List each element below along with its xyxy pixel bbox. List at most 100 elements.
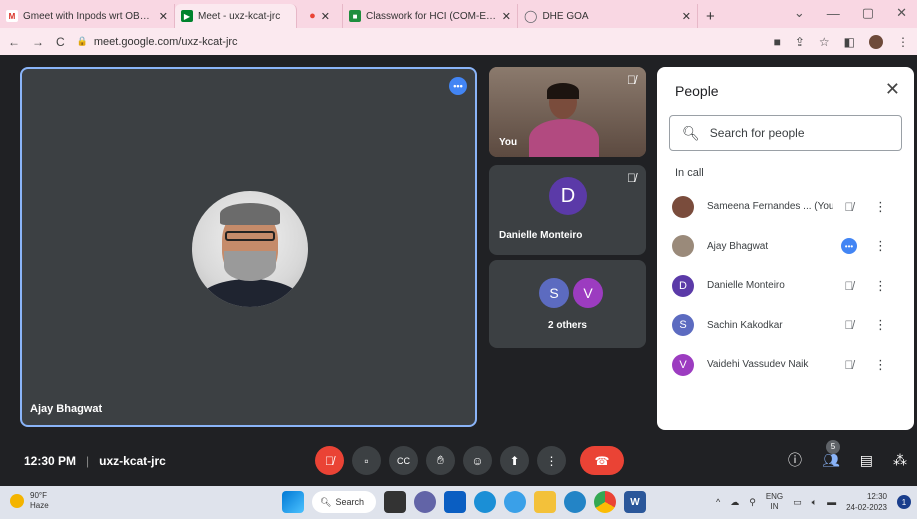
meet-control-bar: 12:30 PM | uxz-kcat-jrc 🎙̸ ▫ CC ✋︎ ☺ ⬆ ⋮… — [0, 439, 917, 486]
speaking-indicator-icon: ••• — [841, 238, 857, 255]
tab-dhe-goa[interactable]: ◯ DHE GOA ✕ — [518, 4, 698, 28]
avatar: D — [549, 177, 587, 215]
participant-tile-danielle[interactable]: D 🎙̸ Danielle Monteiro — [489, 165, 646, 255]
profile-avatar-icon[interactable] — [869, 34, 883, 49]
file-explorer-icon[interactable] — [534, 491, 556, 513]
mic-toggle-button[interactable]: 🎙̸ — [315, 446, 344, 475]
task-view-icon[interactable] — [384, 491, 406, 513]
self-label: You — [499, 137, 518, 148]
search-field[interactable]: 🔍︎ — [669, 115, 902, 151]
people-button[interactable]: 5 👥︎ — [822, 439, 840, 469]
tab-classroom[interactable]: ■ Classwork for HCI (COM-E8) Elec ✕ — [343, 4, 518, 28]
self-video-tile[interactable]: You 🎙̸ — [489, 67, 646, 157]
camera-indicator-icon[interactable]: ■ — [774, 35, 781, 49]
edge-browser-icon[interactable] — [564, 491, 586, 513]
list-item[interactable]: V Vaidehi Vassudev Naik 🎙̸ ⋮ — [657, 345, 914, 385]
battery-icon[interactable]: ▬ — [827, 497, 836, 507]
tab-title: Classwork for HCI (COM-E8) Elec — [366, 10, 497, 22]
gmail-icon: M — [6, 10, 18, 22]
cloud-icon[interactable]: ☁ — [730, 497, 739, 508]
sun-icon — [10, 494, 24, 508]
end-call-button[interactable]: ☎ — [580, 446, 624, 475]
close-icon[interactable]: ✕ — [159, 10, 168, 23]
list-item[interactable]: Ajay Bhagwat ••• ⋮ — [657, 227, 914, 267]
new-tab-button[interactable]: + — [698, 4, 723, 28]
camera-toggle-button[interactable]: ▫ — [352, 446, 381, 475]
more-options-icon[interactable]: ⋮ — [874, 238, 887, 254]
back-icon[interactable]: ← — [8, 35, 20, 49]
close-icon[interactable]: ✕ — [502, 10, 511, 23]
participant-name: Vaidehi Vassudev Naik — [707, 359, 809, 371]
tab-title: DHE GOA — [542, 10, 589, 22]
participant-name: Sachin Kakodkar — [707, 319, 783, 331]
raise-hand-button[interactable]: ✋︎ — [426, 446, 455, 475]
main-video-tile[interactable]: ••• Ajay Bhagwat — [20, 67, 477, 427]
windows-start-icon[interactable] — [282, 491, 304, 513]
close-icon[interactable]: ✕ — [885, 79, 900, 100]
separator: | — [86, 454, 90, 468]
emoji-button[interactable]: ☺ — [463, 446, 492, 475]
weather-desc: Haze — [30, 501, 49, 510]
edge-icon[interactable] — [474, 491, 496, 513]
more-options-icon[interactable]: ⋮ — [874, 199, 887, 215]
activities-icon[interactable]: ⁂ — [893, 452, 907, 469]
mic-off-icon: 🎙̸ — [844, 357, 854, 372]
url-field[interactable]: 🔒 meet.google.com/uxz-kcat-jrc — [77, 31, 762, 52]
meeting-time: 12:30 PM — [24, 454, 77, 468]
avatar — [192, 191, 308, 307]
clock-time: 12:30 — [866, 492, 887, 501]
list-item[interactable]: D Danielle Monteiro 🎙̸ ⋮ — [657, 266, 914, 306]
share-icon[interactable]: ⇪ — [795, 35, 805, 49]
minimize-icon[interactable]: — — [827, 6, 840, 21]
taskbar-search[interactable]: 🔍︎ Search — [312, 491, 376, 513]
avatar: V — [573, 278, 603, 308]
more-options-icon[interactable]: ⋮ — [874, 357, 887, 373]
chevron-down-icon[interactable]: ⌄ — [794, 5, 805, 21]
notification-badge[interactable]: 1 — [897, 495, 911, 509]
volume-icon[interactable]: 🔈︎ — [812, 497, 817, 508]
close-window-icon[interactable]: ✕ — [896, 5, 907, 21]
present-button[interactable]: ⬆ — [500, 446, 529, 475]
chevron-up-icon[interactable]: ^ — [716, 497, 720, 507]
chat-app-icon[interactable] — [414, 491, 436, 513]
captions-button[interactable]: CC — [389, 446, 418, 475]
close-icon[interactable]: ✕ — [321, 10, 330, 23]
info-icon[interactable]: ⓘ — [788, 450, 802, 470]
tab-meet[interactable]: ▶ Meet - uxz-kcat-jrc — [175, 4, 297, 28]
more-options-icon[interactable]: ⋮ — [874, 317, 887, 333]
meet-icon: ▶ — [181, 10, 193, 22]
list-item[interactable]: Sameena Fernandes ... (You) 🎙̸ ⋮ — [657, 187, 914, 227]
search-input[interactable] — [709, 126, 890, 140]
more-options-button[interactable]: ⋮ — [537, 446, 566, 475]
others-tile[interactable]: S V 2 others — [489, 260, 646, 348]
avatar: S — [539, 278, 569, 308]
word-icon[interactable]: W — [624, 491, 646, 513]
avatar: V — [672, 353, 694, 376]
close-icon[interactable]: ✕ — [682, 10, 691, 23]
list-item[interactable]: S Sachin Kakodkar 🎙̸ ⋮ — [657, 306, 914, 346]
more-options-icon[interactable]: ⋮ — [874, 278, 887, 294]
browser-menu-icon[interactable]: ⋮ — [897, 35, 909, 49]
tab-recording[interactable]: ● ✕ — [297, 4, 343, 28]
participant-name: Sameena Fernandes ... (You) — [707, 201, 833, 213]
lang-top: ENG — [765, 492, 784, 501]
restore-icon[interactable]: ▢ — [862, 5, 874, 21]
network-icon[interactable]: ▭ — [793, 497, 802, 508]
lock-icon: 🔒 — [76, 36, 88, 46]
weather-widget[interactable]: 90°F Haze — [10, 491, 49, 511]
clock[interactable]: 12:30 24-02-2023 — [846, 491, 887, 513]
forward-icon[interactable]: → — [32, 35, 44, 49]
side-controls: ⓘ 5 👥︎ ▤ ⁂ — [788, 439, 907, 470]
bookmark-star-icon[interactable]: ☆ — [819, 35, 830, 49]
reload-icon[interactable]: C — [56, 35, 65, 49]
language-indicator[interactable]: ENG IN — [766, 492, 783, 512]
mail-icon[interactable] — [444, 491, 466, 513]
chat-icon[interactable]: ▤ — [860, 452, 873, 469]
mic-off-icon: 🎙̸ — [627, 171, 636, 185]
side-panel-icon[interactable]: ◧ — [844, 35, 855, 49]
more-options-icon[interactable]: ••• — [449, 77, 467, 95]
chrome-icon[interactable] — [594, 491, 616, 513]
tab-gmail[interactable]: M Gmeet with Inpods wrt OBE New ✕ — [0, 4, 175, 28]
copilot-icon[interactable] — [504, 491, 526, 513]
location-icon[interactable]: ⚲ — [749, 497, 756, 508]
